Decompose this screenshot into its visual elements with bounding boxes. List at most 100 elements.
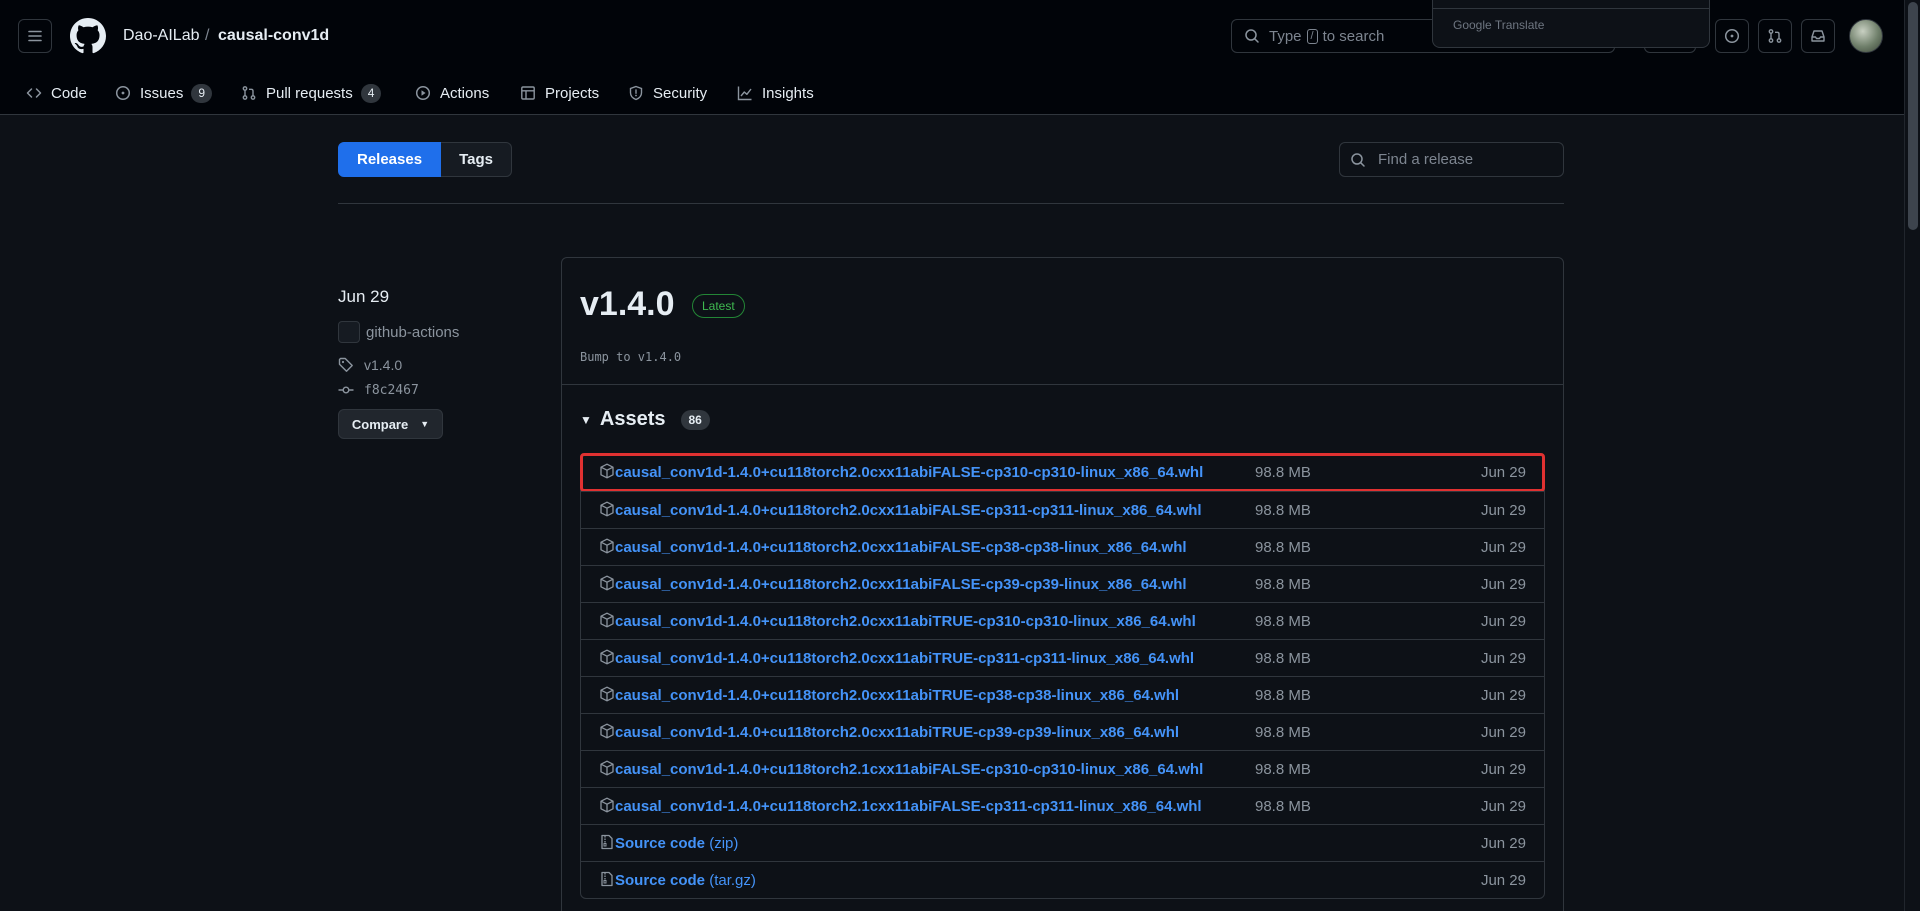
asset-download-link[interactable]: causal_conv1d-1.4.0+cu118torch2.1cxx11ab… — [615, 798, 1202, 815]
package-icon — [600, 723, 614, 739]
search-suffix: to search — [1322, 27, 1385, 45]
list-item: Source code (zip) Jun 29 — [581, 824, 1544, 861]
page-scrollbar[interactable] — [1904, 0, 1920, 911]
scrollbar-thumb[interactable] — [1908, 2, 1918, 230]
assets-list: causal_conv1d-1.4.0+cu118torch2.0cxx11ab… — [580, 453, 1545, 899]
tags-tab[interactable]: Tags — [441, 142, 512, 177]
release-title[interactable]: v1.4.0 — [580, 285, 675, 324]
inbox-button[interactable] — [1801, 19, 1835, 53]
latest-badge: Latest — [692, 294, 745, 318]
popup-divider — [1433, 8, 1709, 9]
tag-icon — [338, 357, 353, 372]
issues-counter: 9 — [191, 83, 213, 103]
chevron-down-icon: ▼ — [420, 419, 430, 429]
list-item: causal_conv1d-1.4.0+cu118torch2.0cxx11ab… — [581, 528, 1544, 565]
tab-projects[interactable]: Projects — [520, 78, 599, 108]
google-translate-popup: Google Translate — [1432, 0, 1710, 48]
file-zip-icon — [601, 871, 613, 887]
release-tag: v1.4.0 — [364, 357, 403, 373]
release-card-header: v1.4.0 Latest Bump to v1.4.0 — [562, 258, 1563, 385]
list-item: causal_conv1d-1.4.0+cu118torch2.0cxx11ab… — [580, 453, 1545, 492]
triangle-down-icon: ▼ — [580, 412, 592, 427]
github-mark-icon[interactable] — [70, 18, 106, 54]
find-release-placeholder: Find a release — [1378, 151, 1474, 168]
asset-size: 98.8 MB — [1255, 464, 1311, 481]
open-menu-button[interactable] — [18, 19, 52, 53]
tab-issues[interactable]: Issues 9 — [115, 78, 213, 108]
list-item: causal_conv1d-1.4.0+cu118torch2.0cxx11ab… — [581, 565, 1544, 602]
asset-size: 98.8 MB — [1255, 761, 1311, 778]
tab-actions[interactable]: Actions — [415, 78, 489, 108]
tab-security[interactable]: Security — [628, 78, 707, 108]
search-icon — [1245, 29, 1259, 43]
tab-pull-requests-label: Pull requests — [266, 84, 353, 102]
list-item: causal_conv1d-1.4.0+cu118torch2.0cxx11ab… — [581, 491, 1544, 528]
release-commit: f8c2467 — [364, 382, 419, 398]
your-pull-requests-button[interactable] — [1758, 19, 1792, 53]
tab-code-label: Code — [51, 84, 87, 102]
find-release-input[interactable]: Find a release — [1339, 142, 1564, 177]
list-item: causal_conv1d-1.4.0+cu118torch2.0cxx11ab… — [581, 713, 1544, 750]
tab-code[interactable]: Code — [26, 78, 87, 108]
tab-security-label: Security — [653, 84, 708, 102]
source-code-zip-link[interactable]: Source code (zip) — [615, 835, 738, 852]
asset-date: Jun 29 — [1480, 761, 1526, 778]
asset-download-link[interactable]: causal_conv1d-1.4.0+cu118torch2.0cxx11ab… — [615, 502, 1202, 519]
source-code-targz-link[interactable]: Source code (tar.gz) — [615, 872, 756, 889]
asset-download-link[interactable]: causal_conv1d-1.4.0+cu118torch2.0cxx11ab… — [615, 687, 1179, 704]
git-pull-request-icon — [1768, 29, 1782, 43]
issue-opened-icon — [1724, 28, 1740, 44]
package-icon — [600, 612, 614, 628]
tab-pull-requests[interactable]: Pull requests 4 — [241, 78, 382, 108]
release-commit-link[interactable]: f8c2467 — [338, 382, 419, 398]
asset-download-link[interactable]: causal_conv1d-1.4.0+cu118torch2.0cxx11ab… — [615, 613, 1196, 630]
assets-title: Assets — [599, 408, 666, 430]
asset-download-link[interactable]: causal_conv1d-1.4.0+cu118torch2.0cxx11ab… — [615, 464, 1203, 481]
repo-owner-link[interactable]: Dao-AILab — [123, 27, 200, 45]
release-tag-link[interactable]: v1.4.0 — [338, 357, 402, 373]
asset-download-link[interactable]: causal_conv1d-1.4.0+cu118torch2.0cxx11ab… — [615, 576, 1187, 593]
asset-size: 98.8 MB — [1255, 724, 1311, 741]
asset-date: Jun 29 — [1480, 502, 1526, 519]
code-icon — [26, 88, 42, 98]
compare-button[interactable]: Compare ▼ — [338, 409, 443, 439]
asset-size: 98.8 MB — [1255, 576, 1311, 593]
list-item: causal_conv1d-1.4.0+cu118torch2.1cxx11ab… — [581, 787, 1544, 824]
asset-date: Jun 29 — [1480, 539, 1526, 556]
release-author[interactable]: github-actions — [338, 321, 459, 343]
release-notes: Bump to v1.4.0 — [580, 350, 682, 364]
release-card: v1.4.0 Latest Bump to v1.4.0 ▼ Assets 86… — [561, 257, 1564, 911]
tab-insights-label: Insights — [762, 84, 814, 102]
google-translate-label: Google Translate — [1453, 18, 1545, 32]
tab-actions-label: Actions — [440, 84, 490, 102]
hamburger-icon — [28, 30, 42, 42]
package-icon — [600, 575, 614, 591]
shield-icon — [629, 85, 643, 101]
issue-opened-icon — [115, 85, 131, 101]
asset-size: 98.8 MB — [1255, 613, 1311, 630]
releases-tab[interactable]: Releases — [338, 142, 442, 177]
assets-toggle[interactable]: ▼ Assets 86 — [580, 408, 710, 431]
asset-download-link[interactable]: causal_conv1d-1.4.0+cu118torch2.0cxx11ab… — [615, 724, 1179, 741]
asset-download-link[interactable]: causal_conv1d-1.4.0+cu118torch2.0cxx11ab… — [615, 650, 1194, 667]
section-divider — [338, 203, 1564, 204]
package-icon — [600, 538, 614, 554]
asset-size: 98.8 MB — [1255, 539, 1311, 556]
asset-size: 98.8 MB — [1255, 650, 1311, 667]
asset-size: 98.8 MB — [1255, 687, 1311, 704]
user-avatar[interactable] — [1849, 19, 1883, 53]
git-pull-request-icon — [242, 86, 256, 100]
file-zip-icon — [601, 834, 613, 850]
your-issues-button[interactable] — [1715, 19, 1749, 53]
package-icon — [600, 686, 614, 702]
asset-download-link[interactable]: causal_conv1d-1.4.0+cu118torch2.0cxx11ab… — [615, 539, 1187, 556]
source-code-format: (zip) — [709, 835, 739, 852]
table-icon — [521, 86, 535, 100]
asset-date: Jun 29 — [1480, 835, 1526, 852]
source-code-label: Source code — [615, 835, 706, 852]
repo-name-link[interactable]: causal-conv1d — [218, 27, 329, 45]
search-shortcut-key: / — [1306, 28, 1318, 44]
asset-download-link[interactable]: causal_conv1d-1.4.0+cu118torch2.1cxx11ab… — [615, 761, 1203, 778]
tab-issues-label: Issues — [140, 84, 184, 102]
tab-insights[interactable]: Insights — [737, 78, 814, 108]
